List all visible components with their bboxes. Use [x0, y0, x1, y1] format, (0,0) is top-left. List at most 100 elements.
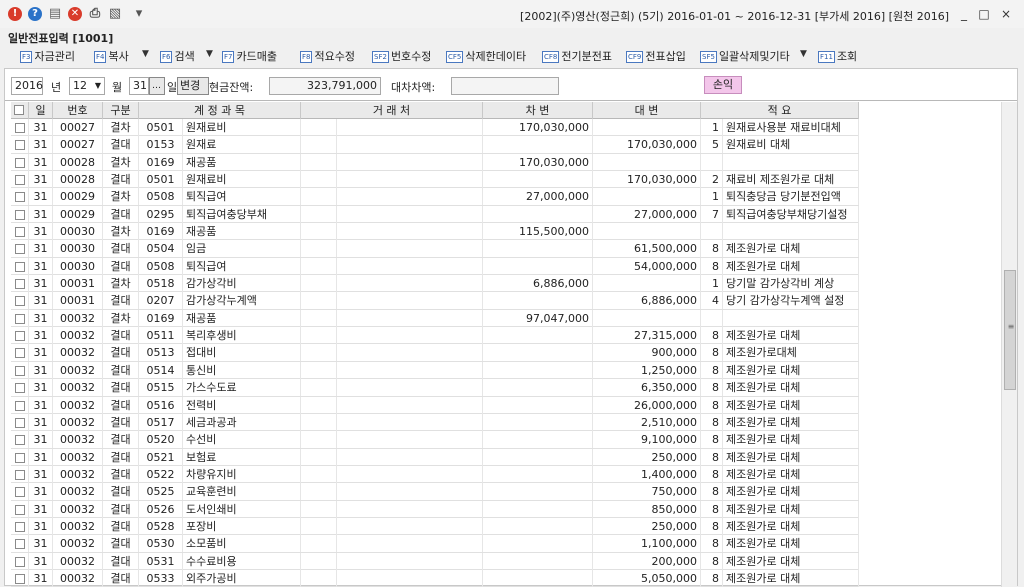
table-row[interactable]: 31 00031 결차 0518 감가상각비 6,886,000 1 당기말 감가상각비 계상: [11, 275, 859, 293]
cell-account[interactable]: 차량유지비: [183, 465, 301, 483]
minimize-button[interactable]: _: [956, 6, 972, 22]
search-doc-icon[interactable]: ▧: [108, 7, 122, 21]
cell-type[interactable]: 결대: [103, 413, 139, 431]
cell-no[interactable]: 00032: [53, 569, 103, 587]
cell-code[interactable]: 0531: [139, 552, 183, 570]
row-checkbox[interactable]: [15, 504, 25, 515]
cell-debit[interactable]: [483, 500, 593, 518]
month-select[interactable]: 12 ▼: [69, 77, 105, 95]
memo-icon[interactable]: ▤: [48, 7, 62, 21]
toolbar-cf5-button[interactable]: CF5 삭제한데이타: [446, 48, 526, 64]
error-icon[interactable]: !: [8, 7, 22, 21]
cell-code[interactable]: 0525: [139, 483, 183, 501]
cell-partner2[interactable]: [337, 379, 483, 397]
cell-account[interactable]: 퇴직급여: [183, 257, 301, 275]
table-row[interactable]: 31 00032 결대 0531 수수료비용 200,000 8 제조원가로 대체: [11, 552, 859, 570]
table-row[interactable]: 31 00032 결대 0515 가스수도료 6,350,000 8 제조원가로 대체: [11, 379, 859, 397]
cell-type[interactable]: 결차: [103, 119, 139, 136]
table-row[interactable]: 31 00030 결차 0169 재공품 115,500,000: [11, 223, 859, 241]
cell-debit[interactable]: [483, 327, 593, 345]
cell-credit[interactable]: 250,000: [593, 448, 701, 466]
table-row[interactable]: 31 00032 결대 0513 접대비 900,000 8 제조원가로대체: [11, 344, 859, 362]
cell-code[interactable]: 0504: [139, 240, 183, 258]
cell-no[interactable]: 00032: [53, 517, 103, 535]
change-button[interactable]: 변경: [177, 77, 209, 95]
cell-account[interactable]: 외주가공비: [183, 569, 301, 587]
row-checkbox[interactable]: [15, 313, 25, 324]
cell-debit[interactable]: 115,500,000: [483, 223, 593, 241]
cell-credit[interactable]: [593, 275, 701, 293]
cell-partner[interactable]: [301, 119, 337, 136]
cell-code[interactable]: 0517: [139, 413, 183, 431]
cell-debit[interactable]: [483, 205, 593, 223]
cell-partner[interactable]: [301, 448, 337, 466]
row-checkbox[interactable]: [15, 573, 25, 584]
cell-code[interactable]: 0522: [139, 465, 183, 483]
cell-account[interactable]: 가스수도료: [183, 379, 301, 397]
chevron-down-icon[interactable]: ▼: [800, 49, 807, 59]
toolbar-f3-button[interactable]: F3 자금관리: [20, 48, 75, 64]
table-row[interactable]: 31 00032 결대 0521 보험료 250,000 8 제조원가로 대체: [11, 448, 859, 466]
cell-type[interactable]: 결차: [103, 153, 139, 171]
cell-day[interactable]: 31: [29, 431, 53, 449]
cell-type[interactable]: 결대: [103, 552, 139, 570]
cell-memo[interactable]: 제조원가로 대체: [723, 535, 859, 553]
cell-mcode[interactable]: 8: [701, 500, 723, 518]
cell-partner[interactable]: [301, 292, 337, 310]
cell-memo[interactable]: 제조원가로 대체: [723, 552, 859, 570]
cell-debit[interactable]: 97,047,000: [483, 309, 593, 327]
close-button[interactable]: ×: [998, 6, 1014, 22]
cell-partner2[interactable]: [337, 223, 483, 241]
cell-partner2[interactable]: [337, 344, 483, 362]
cell-account[interactable]: 수선비: [183, 431, 301, 449]
cell-mcode[interactable]: 8: [701, 535, 723, 553]
cell-mcode[interactable]: 8: [701, 413, 723, 431]
cell-debit[interactable]: [483, 465, 593, 483]
row-checkbox[interactable]: [15, 192, 25, 203]
cell-mcode[interactable]: 8: [701, 431, 723, 449]
cell-credit[interactable]: 250,000: [593, 517, 701, 535]
toolbar-cf9-button[interactable]: CF9 전표삽입: [626, 48, 686, 64]
table-row[interactable]: 31 00032 결대 0533 외주가공비 5,050,000 8 제조원가로 대체: [11, 569, 859, 587]
cell-debit[interactable]: [483, 361, 593, 379]
cell-day[interactable]: 31: [29, 483, 53, 501]
cell-debit[interactable]: 170,030,000: [483, 153, 593, 171]
cell-day[interactable]: 31: [29, 275, 53, 293]
row-checkbox[interactable]: [15, 331, 25, 342]
cell-account[interactable]: 재공품: [183, 223, 301, 241]
cell-partner2[interactable]: [337, 205, 483, 223]
cell-day[interactable]: 31: [29, 535, 53, 553]
cell-account[interactable]: 원재료비: [183, 171, 301, 189]
cell-code[interactable]: 0508: [139, 257, 183, 275]
table-row[interactable]: 31 00028 결차 0169 재공품 170,030,000: [11, 153, 859, 172]
cell-debit[interactable]: [483, 448, 593, 466]
toolbar-f11-button[interactable]: F11 조회: [818, 48, 857, 64]
row-checkbox[interactable]: [15, 123, 25, 133]
cell-no[interactable]: 00032: [53, 379, 103, 397]
row-checkbox[interactable]: [15, 227, 25, 238]
cell-partner[interactable]: [301, 552, 337, 570]
cell-code[interactable]: 0514: [139, 361, 183, 379]
cell-type[interactable]: 결차: [103, 275, 139, 293]
cell-partner[interactable]: [301, 569, 337, 587]
cell-day[interactable]: 31: [29, 292, 53, 310]
cell-partner[interactable]: [301, 257, 337, 275]
row-checkbox[interactable]: [15, 556, 25, 567]
table-row[interactable]: 31 00032 결대 0530 소모품비 1,100,000 8 제조원가로 대체: [11, 535, 859, 553]
row-checkbox[interactable]: [15, 521, 25, 532]
cell-memo[interactable]: 제조원가로 대체: [723, 569, 859, 587]
cell-partner2[interactable]: [337, 257, 483, 275]
cell-debit[interactable]: 27,000,000: [483, 188, 593, 206]
cell-debit[interactable]: [483, 535, 593, 553]
cell-code[interactable]: 0528: [139, 517, 183, 535]
row-checkbox[interactable]: [15, 348, 25, 359]
cell-type[interactable]: 결대: [103, 240, 139, 258]
cell-partner2[interactable]: [337, 448, 483, 466]
cell-type[interactable]: 결대: [103, 344, 139, 362]
col-memo[interactable]: 적 요: [701, 102, 859, 119]
cell-code[interactable]: 0513: [139, 344, 183, 362]
cell-type[interactable]: 결대: [103, 500, 139, 518]
row-checkbox[interactable]: [15, 417, 25, 428]
cell-no[interactable]: 00028: [53, 153, 103, 171]
cell-code[interactable]: 0520: [139, 431, 183, 449]
